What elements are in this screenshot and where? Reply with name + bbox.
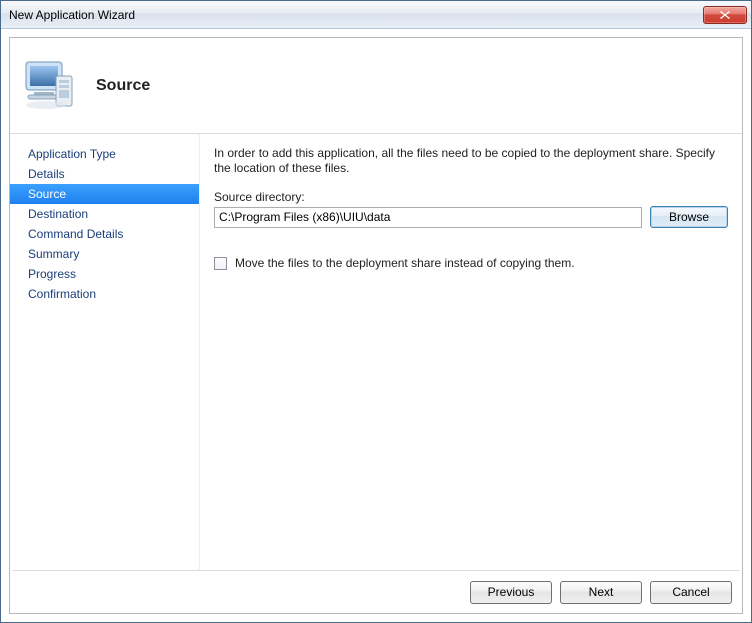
move-files-row: Move the files to the deployment share i… bbox=[214, 256, 728, 270]
source-directory-input[interactable] bbox=[214, 207, 642, 228]
move-files-label[interactable]: Move the files to the deployment share i… bbox=[235, 256, 575, 270]
step-details[interactable]: Details bbox=[10, 164, 199, 184]
source-directory-row: Browse bbox=[214, 206, 728, 228]
step-command-details[interactable]: Command Details bbox=[10, 224, 199, 244]
wizard-body: Source Application Type Details Source D… bbox=[9, 37, 743, 614]
close-icon bbox=[720, 11, 730, 19]
wizard-steps-sidebar: Application Type Details Source Destinat… bbox=[10, 134, 200, 570]
close-button[interactable] bbox=[703, 6, 747, 24]
source-directory-label: Source directory: bbox=[214, 190, 728, 204]
wizard-main-pane: In order to add this application, all th… bbox=[200, 134, 742, 570]
wizard-content: Application Type Details Source Destinat… bbox=[10, 134, 742, 570]
wizard-header: Source bbox=[10, 38, 742, 134]
wizard-window: New Application Wizard bbox=[0, 0, 752, 623]
step-confirmation[interactable]: Confirmation bbox=[10, 284, 199, 304]
previous-button[interactable]: Previous bbox=[470, 581, 552, 604]
step-summary[interactable]: Summary bbox=[10, 244, 199, 264]
move-files-checkbox[interactable] bbox=[214, 257, 227, 270]
step-destination[interactable]: Destination bbox=[10, 204, 199, 224]
step-source[interactable]: Source bbox=[10, 184, 199, 204]
cancel-button[interactable]: Cancel bbox=[650, 581, 732, 604]
window-title: New Application Wizard bbox=[9, 8, 703, 22]
instruction-text: In order to add this application, all th… bbox=[214, 146, 728, 176]
wizard-button-bar: Previous Next Cancel bbox=[10, 571, 742, 613]
next-button[interactable]: Next bbox=[560, 581, 642, 604]
step-application-type[interactable]: Application Type bbox=[10, 144, 199, 164]
computer-icon bbox=[22, 56, 78, 115]
page-title: Source bbox=[96, 77, 150, 95]
titlebar: New Application Wizard bbox=[1, 1, 751, 29]
step-progress[interactable]: Progress bbox=[10, 264, 199, 284]
browse-button[interactable]: Browse bbox=[650, 206, 728, 228]
